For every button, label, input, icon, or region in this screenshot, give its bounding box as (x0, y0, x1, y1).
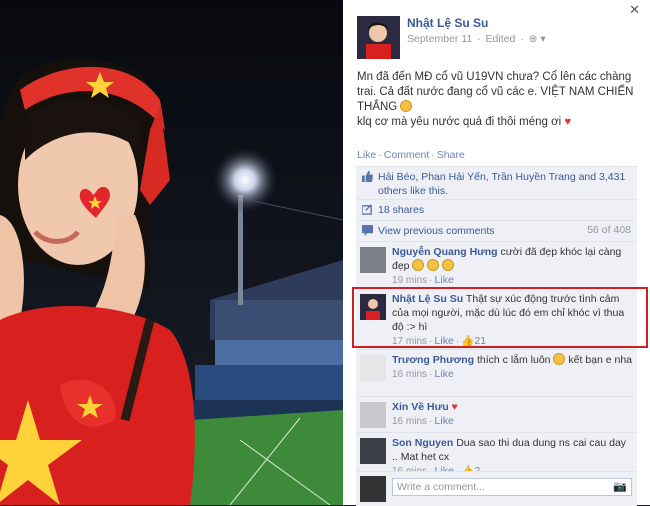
post-date[interactable]: September 11 (407, 33, 472, 45)
comment-input[interactable]: Write a comment... (392, 478, 632, 496)
globe-icon: ⊕ (528, 33, 538, 45)
comment-item: Xin Về Hưu ♥ 16 mins · Like (356, 396, 637, 432)
screenshot: ✕ Nhật Lệ Su Su September 11 · Edited · … (0, 0, 650, 506)
comment-button[interactable]: Comment (384, 149, 430, 161)
comment-icon (362, 225, 373, 236)
comment-text: thích c lắm luôn (476, 354, 551, 366)
comment-time[interactable]: 16 mins (392, 416, 427, 427)
cover-photo (0, 0, 343, 505)
post-author[interactable]: Nhật Lệ Su Su (407, 16, 488, 30)
comment-item: Son Nguyen Dua sao thi dua dung ns cai c… (356, 432, 637, 477)
heart-icon: ♥ (564, 116, 572, 128)
camera-icon[interactable]: 📷 (613, 480, 627, 493)
comment-count: 56 of 408 (587, 224, 631, 236)
comment-text-2: kết bạn e nha (568, 354, 632, 366)
heart-icon: ♥ (451, 401, 458, 413)
laugh-emoji-icon (412, 259, 425, 271)
avatar[interactable] (360, 402, 386, 428)
avatar[interactable] (360, 247, 386, 273)
grin-emoji-icon (442, 259, 455, 271)
grin-emoji-icon (427, 259, 440, 271)
write-comment-row: Write a comment... 📷 (356, 471, 637, 506)
post-meta: September 11 · Edited · ⊕ ▾ (407, 33, 546, 45)
post-body: Mn đã đến MĐ cổ vũ U19VN chưa? Cổ lên cá… (357, 70, 641, 130)
chevron-down-icon[interactable]: ▾ (540, 33, 545, 45)
share-icon (362, 204, 372, 215)
comment-time[interactable]: 19 mins (392, 275, 427, 286)
comment-time[interactable]: 16 mins (392, 369, 427, 380)
close-icon[interactable]: ✕ (629, 2, 640, 18)
shares-count[interactable]: 18 shares (378, 203, 632, 217)
comment-author[interactable]: Son Nguyen (392, 437, 453, 449)
share-button[interactable]: Share (437, 149, 465, 161)
post-edited[interactable]: Edited (486, 33, 516, 45)
post-text-line1: Mn đã đến MĐ cổ vũ U19VN chưa? Cổ lên cá… (357, 71, 634, 113)
comment-item: Trương Phương thích c lắm luôn kết bạn e… (356, 349, 637, 396)
thumbs-up-icon (362, 171, 373, 182)
smile-emoji-icon (553, 353, 566, 365)
avatar[interactable] (360, 355, 386, 381)
comment-like-button[interactable]: Like (435, 368, 454, 380)
avatar[interactable] (357, 16, 400, 59)
highlight-frame (352, 287, 648, 348)
comment-item: Nguyễn Quang Hưng cười đã đẹp khóc lại c… (356, 241, 637, 288)
comment-author[interactable]: Xin Về Hưu (392, 401, 449, 413)
smile-emoji-icon (400, 100, 413, 112)
previous-comments-row: View previous comments 56 of 408 (356, 220, 637, 241)
post-actions: Like · Comment · Share (357, 149, 465, 161)
likes-summary: Hải Béo, Phan Hải Yến, Trần Huyền Trang … (356, 166, 637, 199)
post-text-line2: klq cơ mà yêu nước quá đi thôi méng ơi (357, 116, 562, 128)
shares-row: 18 shares (356, 199, 637, 220)
avatar[interactable] (360, 438, 386, 464)
avatar (360, 476, 386, 502)
comment-author[interactable]: Trương Phương (392, 354, 474, 366)
like-button[interactable]: Like (357, 149, 376, 161)
comment-like-button[interactable]: Like (435, 274, 454, 286)
likes-text[interactable]: Hải Béo, Phan Hải Yến, Trần Huyền Trang … (378, 170, 632, 198)
stadium-photo (0, 0, 343, 505)
comment-like-button[interactable]: Like (435, 415, 454, 427)
comment-author[interactable]: Nguyễn Quang Hưng (392, 246, 498, 258)
